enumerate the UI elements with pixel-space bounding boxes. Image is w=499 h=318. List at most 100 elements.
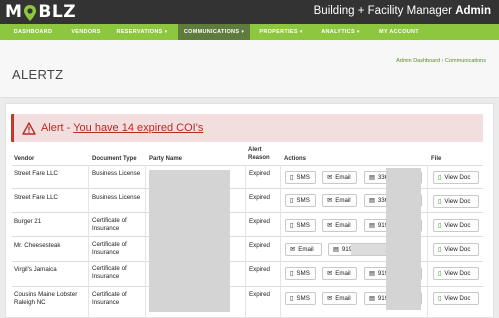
logo-text-m: M <box>5 2 23 22</box>
view-doc-button[interactable]: ▯ View Doc <box>433 195 479 208</box>
document-type: Certificate of Insurance <box>92 217 127 232</box>
redacted-phone-numbers <box>386 168 421 310</box>
alert-reason: Expired <box>249 170 270 177</box>
phone-book-icon: ▤ <box>369 197 375 204</box>
envelope-icon: ✉ <box>327 197 333 204</box>
chevron-down-icon: ▾ <box>164 29 168 35</box>
envelope-icon: ✉ <box>327 174 333 181</box>
view-doc-button[interactable]: ▯ View Doc <box>433 267 479 280</box>
phone-book-icon: ▤ <box>369 222 375 229</box>
email-button[interactable]: ✉ Email <box>322 171 357 184</box>
email-button[interactable]: ✉ Email <box>322 194 357 207</box>
document-icon: ▯ <box>438 198 442 205</box>
vendor-name: Mr. Cheesesteak <box>14 242 61 249</box>
redacted-party-names <box>149 170 230 312</box>
alert-reason: Expired <box>249 242 270 249</box>
phone-book-icon: ▤ <box>369 174 375 181</box>
map-pin-icon <box>23 5 37 21</box>
envelope-icon: ✉ <box>327 222 333 229</box>
phone-icon: ▯ <box>290 295 294 302</box>
vendor-name: Cousins Maine Lobster Raleigh NC <box>14 291 78 306</box>
column-divider <box>245 165 246 318</box>
alert-reason: Expired <box>249 218 270 225</box>
sms-button[interactable]: ▯ SMS <box>285 171 316 184</box>
envelope-icon: ✉ <box>327 295 333 302</box>
vendor-name: Street Fare LLC <box>14 194 59 201</box>
email-button[interactable]: ✉ Email <box>322 267 357 280</box>
email-button[interactable]: ✉ Email <box>322 219 357 232</box>
warning-icon <box>22 121 36 135</box>
phone-icon: ▯ <box>290 270 294 277</box>
top-bar: M BLZ Building + Facility Manager Admin <box>0 0 499 24</box>
view-doc-button[interactable]: ▯ View Doc <box>433 171 479 184</box>
sms-button[interactable]: ▯ SMS <box>285 267 316 280</box>
envelope-icon: ✉ <box>290 246 296 253</box>
user-role[interactable]: Admin <box>455 5 491 17</box>
brand-name: Building + Facility Manager <box>313 5 453 17</box>
document-icon: ▯ <box>438 295 442 302</box>
brand-title: Building + Facility Manager Admin <box>314 5 491 17</box>
logo-text-blz: BLZ <box>38 2 77 22</box>
alert-prefix: Alert - <box>41 122 74 134</box>
table-divider <box>12 165 483 166</box>
phone-book-icon: ▤ <box>369 295 375 302</box>
chevron-down-icon: ▾ <box>299 29 303 35</box>
chevron-down-icon: ▾ <box>241 29 245 35</box>
envelope-icon: ✉ <box>327 270 333 277</box>
sms-button[interactable]: ▯ SMS <box>285 292 316 305</box>
alert-reason: Expired <box>249 194 270 201</box>
phone-book-icon: ▤ <box>333 246 339 253</box>
column-divider <box>427 165 428 318</box>
page-header: ALERTZ Admin Dashboard › Communications <box>0 40 499 98</box>
document-type: Certificate of Insurance <box>92 241 127 256</box>
document-type: Certificate of Insurance <box>92 265 127 280</box>
alert-message: Alert - You have 14 expired COI's <box>41 122 203 134</box>
col-header-file: File <box>431 156 442 162</box>
document-type: Business License <box>92 170 141 177</box>
column-divider <box>280 165 281 318</box>
nav-dashboard[interactable]: DASHBOARD <box>0 24 66 40</box>
view-doc-button[interactable]: ▯ View Doc <box>433 243 479 256</box>
vendor-name: Virgil's Jamaica <box>14 266 57 273</box>
breadcrumb-communications[interactable]: Communications <box>445 58 486 64</box>
phone-icon: ▯ <box>290 174 294 181</box>
nav-my-account[interactable]: MY ACCOUNT <box>369 24 429 40</box>
nav-vendors[interactable]: VENDORS <box>66 24 106 40</box>
phone-book-icon: ▤ <box>369 270 375 277</box>
document-icon: ▯ <box>438 174 442 181</box>
sms-button[interactable]: ▯ SMS <box>285 219 316 232</box>
main-nav: DASHBOARD VENDORS RESERVATIONS ▾ COMMUNIC… <box>0 24 499 40</box>
alert-banner: Alert - You have 14 expired COI's <box>11 114 483 142</box>
email-button[interactable]: ✉ Email <box>285 243 322 256</box>
column-divider <box>88 165 89 318</box>
view-doc-button[interactable]: ▯ View Doc <box>433 292 479 305</box>
email-button[interactable]: ✉ Email <box>322 292 357 305</box>
logo[interactable]: M BLZ <box>5 2 76 22</box>
nav-reservations[interactable]: RESERVATIONS ▾ <box>106 24 178 40</box>
nav-communications[interactable]: COMMUNICATIONS ▾ <box>178 24 250 40</box>
redacted-phone-number <box>351 244 386 255</box>
nav-analytics[interactable]: ANALYTICS ▾ <box>312 24 369 40</box>
phone-icon: ▯ <box>290 197 294 204</box>
alert-reason: Expired <box>249 291 270 298</box>
document-icon: ▯ <box>438 270 442 277</box>
breadcrumb-separator: › <box>441 58 444 64</box>
vendor-name: Street Fare LLC <box>14 170 59 177</box>
col-header-doc-type: Document Type <box>92 156 137 162</box>
document-icon: ▯ <box>438 246 442 253</box>
breadcrumb-admin-dashboard[interactable]: Admin Dashboard <box>396 58 440 64</box>
col-header-actions: Actions <box>284 156 307 162</box>
col-header-reason: Alert Reason <box>248 147 270 161</box>
col-header-party: Party Name <box>149 156 183 162</box>
alert-reason: Expired <box>249 266 270 273</box>
page-title: ALERTZ <box>12 67 64 82</box>
sms-button[interactable]: ▯ SMS <box>285 194 316 207</box>
expired-coi-link[interactable]: You have 14 expired COI's <box>73 122 203 134</box>
col-header-vendor: Vendor <box>14 156 35 162</box>
phone-icon: ▯ <box>290 222 294 229</box>
view-doc-button[interactable]: ▯ View Doc <box>433 219 479 232</box>
nav-properties[interactable]: PROPERTIES ▾ <box>250 24 312 40</box>
breadcrumb: Admin Dashboard › Communications <box>396 58 486 64</box>
document-type: Certificate of Insurance <box>92 291 127 306</box>
vendor-name: Burger 21 <box>14 218 42 225</box>
